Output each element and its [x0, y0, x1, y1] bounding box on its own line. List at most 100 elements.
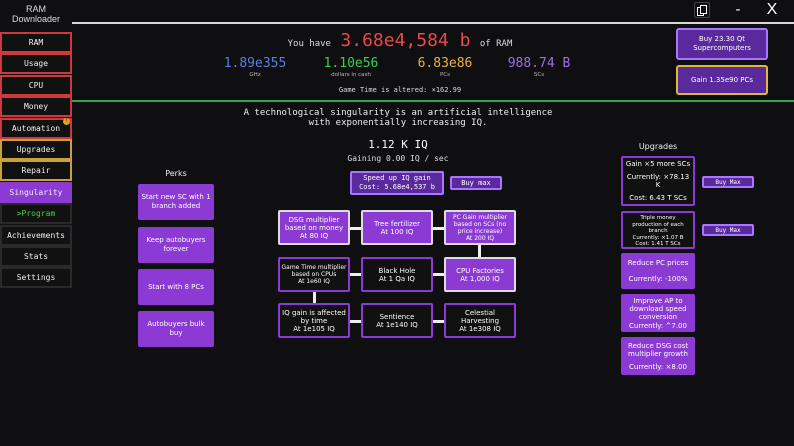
upgrade-current: Currently: ×78.13 K — [626, 173, 690, 189]
upgrade-title: Reduce DSG cost multiplier growth — [627, 341, 689, 358]
node-requirement: At 100 IQ — [380, 227, 414, 236]
upgrade-title: Triple money production of each branch — [632, 215, 684, 234]
sidebar-item-label: >Program — [16, 209, 56, 219]
perk-item[interactable]: Autobuyers bulk buy — [138, 311, 214, 347]
singularity-description: A technological singularity is an artifi… — [200, 108, 596, 128]
upgrade-current: Currently: ×8.00 — [629, 362, 687, 371]
node-title: Celestial Harvesting — [460, 308, 500, 325]
sidebar: RAM Usage CPU Money Automation! Upgrades… — [0, 32, 72, 289]
node-requirement: At 200 IQ — [465, 234, 495, 242]
iq-amount: 1.12 K IQ — [368, 138, 428, 151]
upgrade-cost: Cost: 6.43 T SCs — [629, 194, 687, 202]
sidebar-item-label: Usage — [23, 59, 49, 69]
sidebar-item-label: Repair — [21, 166, 51, 176]
node-requirement: At 1e140 IQ — [376, 320, 418, 329]
sidebar-item-achievements[interactable]: Achievements — [0, 224, 72, 246]
notification-badge: ! — [63, 117, 70, 125]
stat-value: 988.74 B — [507, 56, 571, 71]
speed-up-iq-button[interactable]: Speed up IQ gain Cost: 5.68e4,537 b — [350, 171, 444, 195]
sidebar-item-upgrades[interactable]: Upgrades — [0, 138, 72, 160]
sidebar-item-label: Automation — [11, 123, 61, 133]
tree-node-dsg-multiplier[interactable]: DSG multiplier based on money At 80 IQ — [278, 210, 350, 245]
node-title: Tree fertilizer — [374, 219, 420, 228]
speed-line2: Cost: 5.68e4,537 b — [359, 183, 435, 191]
sidebar-item-label: CPU — [28, 80, 44, 90]
stat-pcs: 6.83e86 PCs — [400, 56, 490, 78]
sidebar-item-label: Achievements — [7, 230, 65, 240]
sidebar-item-repair[interactable]: Repair — [0, 160, 72, 182]
sidebar-item-money[interactable]: Money — [0, 96, 72, 118]
iq-gain-rate: Gaining 0.00 IQ / sec — [347, 154, 449, 163]
gain-pcs-button[interactable]: Gain 1.35e90 PCs — [676, 65, 768, 95]
node-title: PC Gain multiplier based on SCs (no pric… — [452, 213, 508, 235]
upgrades-title: Upgrades — [638, 142, 678, 151]
tree-node-tree-fertilizer[interactable]: Tree fertilizer At 100 IQ — [361, 210, 433, 245]
tree-node-game-time-multiplier[interactable]: Game Time multiplier based on CPUs At 1e… — [278, 257, 350, 292]
upgrade-cost: Cost: 1.41 T SCs — [635, 241, 681, 247]
sidebar-item-settings[interactable]: Settings — [0, 267, 72, 289]
buy-max-iq-button[interactable]: Buy max — [450, 176, 502, 190]
node-requirement: At 1e60 IQ — [298, 278, 330, 285]
minimize-button[interactable]: - — [730, 2, 746, 18]
sidebar-item-stats[interactable]: Stats — [0, 245, 72, 267]
tree-node-black-hole[interactable]: Black Hole At 1 Qa IQ — [361, 257, 433, 292]
game-time-text: Game Time is altered: ×162.99 — [338, 86, 462, 94]
node-requirement: At 1e308 IQ — [459, 324, 501, 333]
have-suffix: of RAM — [479, 39, 513, 49]
upgrade-title: Reduce PC prices — [627, 259, 689, 267]
buy-super-line2: Supercomputers — [693, 44, 751, 52]
upgrade-title: Gain ×5 more SCs — [625, 160, 691, 168]
description-line1: A technological singularity is an artifi… — [243, 108, 553, 118]
stat-label: PCs — [439, 72, 451, 78]
sidebar-item-singularity[interactable]: Singularity — [0, 181, 72, 203]
perk-item[interactable]: Start new SC with 1 branch added — [138, 184, 214, 220]
stat-value: 1.10e56 — [323, 56, 379, 71]
node-requirement: At 1 Qa IQ — [379, 274, 415, 283]
tree-node-celestial-harvesting[interactable]: Celestial Harvesting At 1e308 IQ — [444, 303, 516, 338]
node-title: DSG multiplier based on money — [284, 215, 344, 232]
tree-node-iq-gain-time[interactable]: IQ gain is affected by time At 1e105 IQ — [278, 303, 350, 338]
node-title: IQ gain is affected by time — [282, 308, 346, 325]
upgrade-improve-ap[interactable]: Improve AP to download speed conversion … — [621, 294, 695, 332]
stat-value: 6.83e86 — [417, 56, 473, 71]
node-requirement: At 1e105 IQ — [293, 324, 335, 333]
ram-amount: 3.68e4,584 b — [340, 30, 471, 51]
tree-connector — [478, 245, 481, 257]
resource-stats: 1.89e355 GHz 1.10e56 dollars in cash 6.8… — [200, 56, 600, 86]
buy-supercomputers-button[interactable]: Buy 23.30 Qt Supercomputers — [676, 28, 768, 60]
upgrade-reduce-dsg-cost[interactable]: Reduce DSG cost multiplier growth Curren… — [621, 337, 695, 375]
tree-node-cpu-factories[interactable]: CPU Factories At 1,000 IQ — [444, 257, 516, 292]
speed-line1: Speed up IQ gain — [363, 174, 431, 182]
tree-node-pc-gain-multiplier[interactable]: PC Gain multiplier based on SCs (no pric… — [444, 210, 516, 245]
header-divider — [72, 100, 794, 102]
tree-node-sentience[interactable]: Sentience At 1e140 IQ — [361, 303, 433, 338]
upgrade-buy-max-button[interactable]: Buy Max — [702, 176, 754, 188]
stat-label: dollars in cash — [331, 72, 371, 78]
sidebar-item-label: Settings — [16, 273, 56, 283]
stat-label: SCs — [533, 72, 545, 78]
app-title-line1: RAM — [26, 4, 46, 14]
sidebar-item-usage[interactable]: Usage — [0, 53, 72, 75]
sidebar-item-program[interactable]: >Program — [0, 203, 72, 225]
upgrade-title: Improve AP to download speed conversion — [629, 296, 687, 321]
stat-value: 1.89e355 — [223, 56, 287, 71]
sidebar-item-automation[interactable]: Automation! — [0, 117, 72, 139]
sidebar-item-cpu[interactable]: CPU — [0, 74, 72, 96]
upgrade-triple-money[interactable]: Triple money production of each branch C… — [621, 211, 695, 249]
upgrade-buy-max-button[interactable]: Buy Max — [702, 224, 754, 236]
close-button[interactable]: X — [764, 1, 780, 18]
upgrade-gain-scs[interactable]: Gain ×5 more SCs Currently: ×78.13 K Cos… — [621, 156, 695, 206]
node-title: CPU Factories — [456, 266, 504, 275]
sidebar-item-label: Upgrades — [16, 144, 56, 154]
have-prefix: You have — [287, 39, 331, 49]
sidebar-item-label: Money — [23, 102, 49, 112]
sidebar-item-label: RAM — [28, 38, 44, 47]
sidebar-item-ram[interactable]: RAM — [0, 32, 72, 53]
perk-item[interactable]: Keep autobuyers forever — [138, 227, 214, 263]
top-divider — [72, 22, 794, 24]
node-title: Black Hole — [378, 266, 416, 275]
copy-icon[interactable] — [694, 2, 710, 18]
upgrade-current: Currently: ^7.00 — [629, 321, 687, 330]
perk-item[interactable]: Start with 8 PCs — [138, 269, 214, 305]
upgrade-reduce-pc-prices[interactable]: Reduce PC prices Currently: -100% — [621, 253, 695, 289]
